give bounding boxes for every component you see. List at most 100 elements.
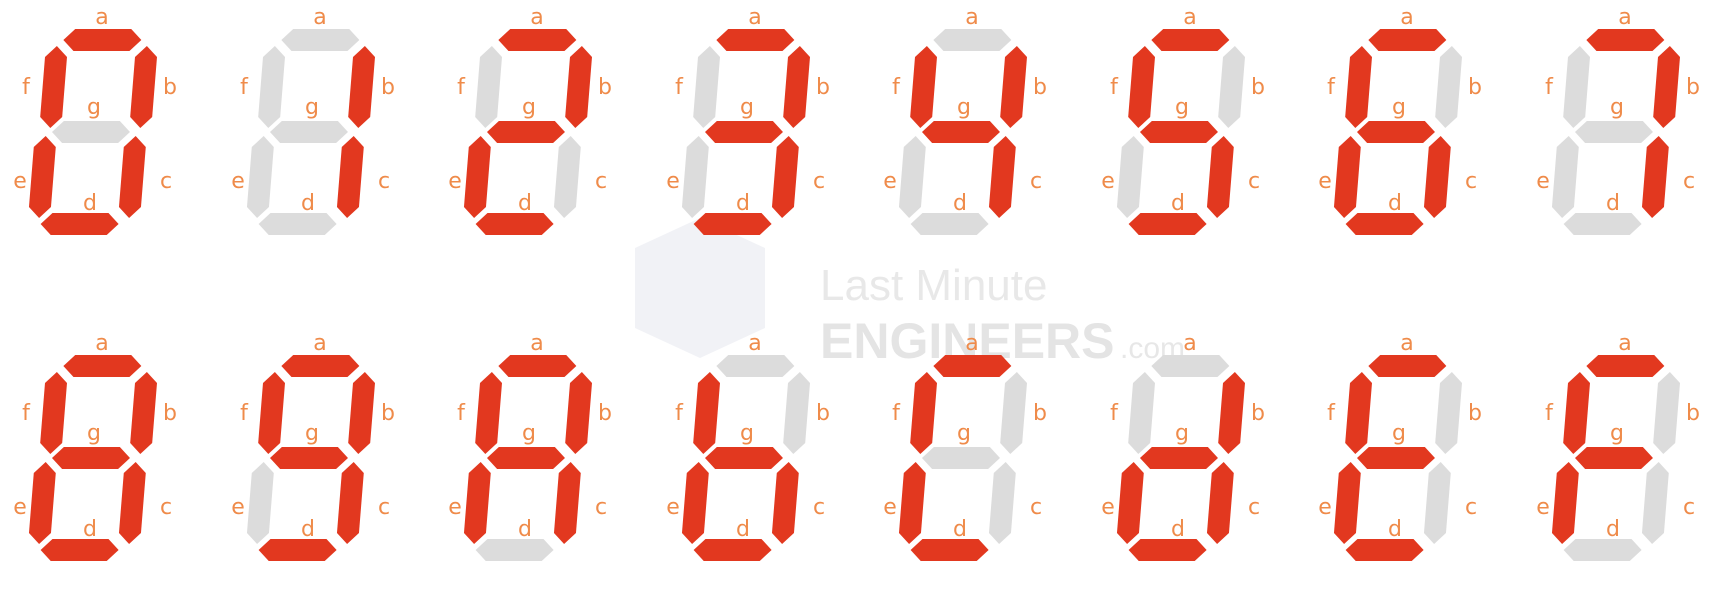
segment-f [1345,372,1372,454]
segment-d [1128,213,1207,235]
label-d: d [953,517,967,542]
label-c: c [160,169,172,194]
label-d: d [83,191,97,216]
watermark-logo-icon [635,218,765,358]
segment-b [1653,372,1680,454]
label-d: d [1171,517,1185,542]
label-e: e [1318,495,1332,520]
label-f: f [240,75,249,100]
segment-a [63,29,142,51]
segment-d [1563,213,1642,235]
segment-f [258,372,285,454]
segment-b [783,372,810,454]
label-d: d [1388,517,1402,542]
label-d: d [736,517,750,542]
segment-g [486,447,565,469]
segment-b [565,46,592,128]
segment-d [693,213,772,235]
segment-b [1218,372,1245,454]
label-c: c [160,495,172,520]
segment-f [475,372,502,454]
segment-c [988,136,1016,218]
segment-e [28,136,56,218]
label-b: b [163,401,177,426]
segment-a [716,29,795,51]
label-g: g [1392,95,1406,120]
segment-e [1551,136,1579,218]
label-a: a [1400,5,1413,30]
segment-b [1435,46,1462,128]
segment-a [1151,29,1230,51]
segment-a [1586,29,1665,51]
label-b: b [1468,75,1482,100]
label-b: b [1251,401,1265,426]
label-f: f [240,401,249,426]
label-c: c [1030,495,1042,520]
segment-g [269,447,348,469]
label-a: a [1618,331,1631,356]
segment-d [1345,213,1424,235]
label-a: a [1400,331,1413,356]
segment-e [1333,136,1361,218]
label-c: c [378,495,390,520]
segment-c [1423,462,1451,544]
segment-e [246,136,274,218]
segment-d [475,213,554,235]
segment-g [269,121,348,143]
label-f: f [22,75,31,100]
segment-g [1356,121,1435,143]
label-g: g [522,421,536,446]
segment-f [475,46,502,128]
segment-c [553,136,581,218]
label-f: f [457,75,466,100]
segment-d [910,539,989,561]
label-b: b [1033,401,1047,426]
label-a: a [313,5,326,30]
segment-e [681,462,709,544]
segment-f [40,46,67,128]
segment-c [988,462,1016,544]
label-f: f [675,75,684,100]
segment-g [1574,447,1653,469]
segment-c [1641,136,1669,218]
segment-e [681,136,709,218]
label-e: e [666,495,680,520]
label-d: d [83,517,97,542]
segment-d [1563,539,1642,561]
label-f: f [1110,75,1119,100]
segment-f [258,46,285,128]
label-b: b [1033,75,1047,100]
segment-c [1641,462,1669,544]
label-a: a [95,331,108,356]
label-b: b [1686,401,1700,426]
segment-c [1206,462,1234,544]
segment-b [348,372,375,454]
label-e: e [448,495,462,520]
segment-c [771,136,799,218]
label-a: a [1183,5,1196,30]
segment-a [498,355,577,377]
watermark: Last Minute ENGINEERS .com [635,218,1185,369]
label-c: c [1465,169,1477,194]
segment-d [693,539,772,561]
label-e: e [1101,169,1115,194]
label-c: c [1248,495,1260,520]
segment-d [40,539,119,561]
segment-a [933,355,1012,377]
segment-e [28,462,56,544]
label-a: a [965,5,978,30]
label-e: e [883,495,897,520]
label-g: g [740,95,754,120]
segment-b [783,46,810,128]
segment-a [63,355,142,377]
label-a: a [1183,331,1196,356]
segment-g [51,121,130,143]
label-e: e [231,495,245,520]
segment-a [498,29,577,51]
label-b: b [1686,75,1700,100]
segment-f [1128,372,1155,454]
segment-g [1139,121,1218,143]
label-c: c [813,169,825,194]
label-c: c [1248,169,1260,194]
label-e: e [13,495,27,520]
